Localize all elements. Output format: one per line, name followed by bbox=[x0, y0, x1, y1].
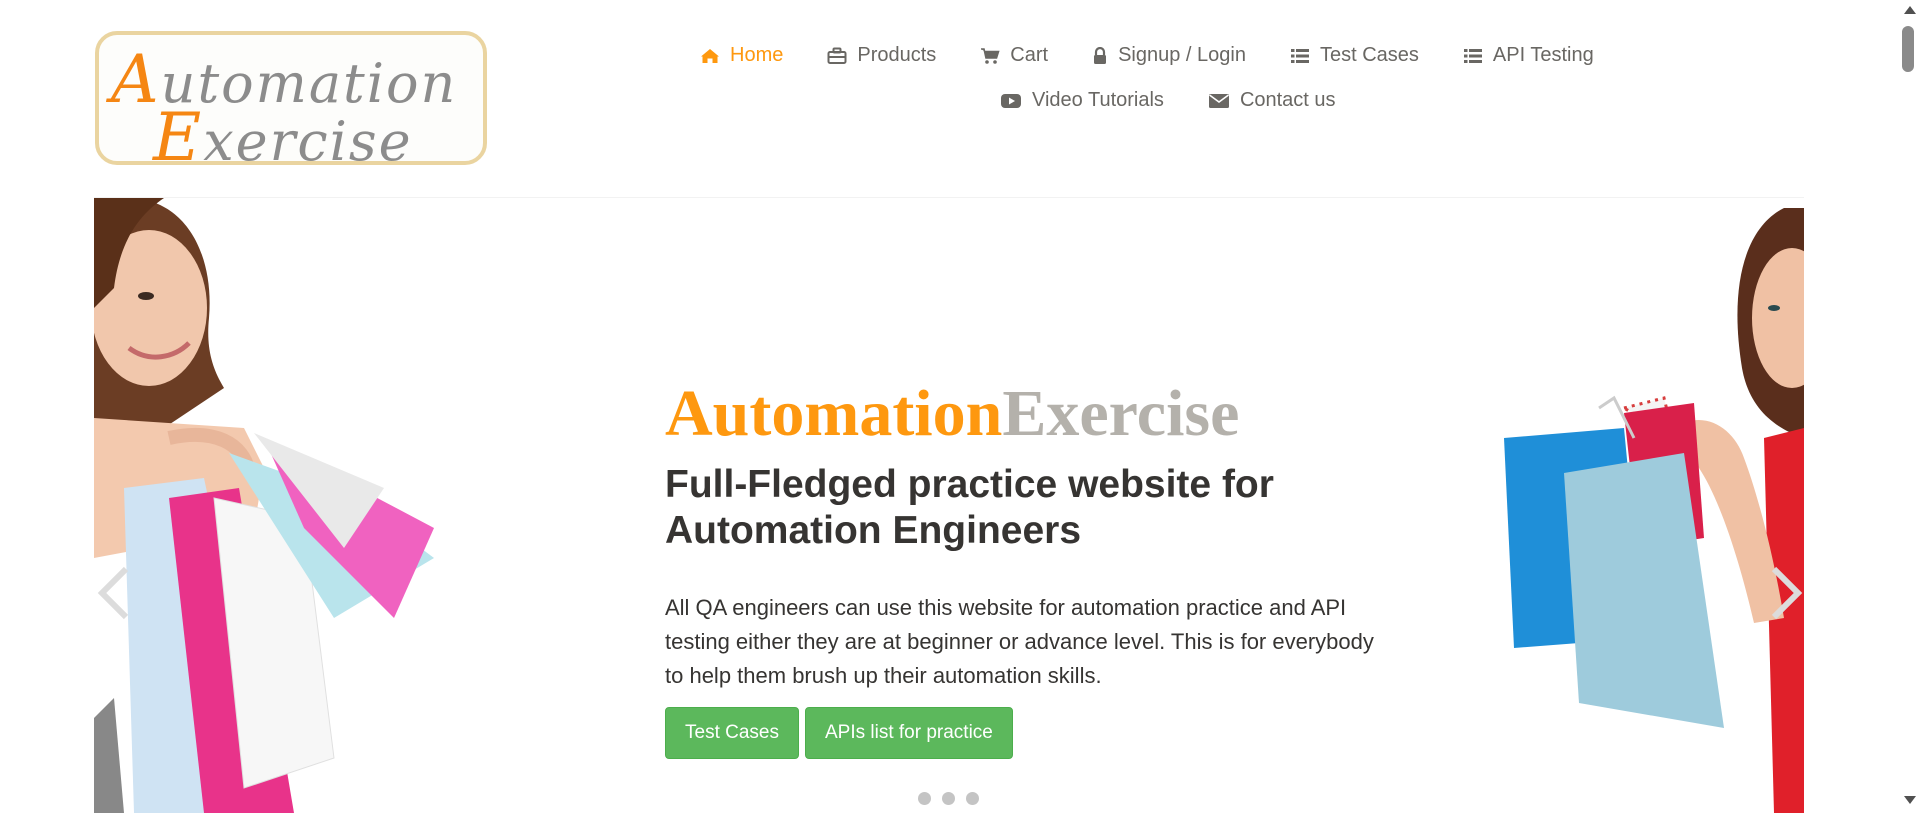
home-icon bbox=[701, 48, 719, 63]
nav-label-products: Products bbox=[857, 44, 937, 66]
scroll-up-arrow-icon[interactable] bbox=[1904, 6, 1916, 14]
hero-title-automation: Automation bbox=[665, 377, 1003, 450]
nav-item-cart[interactable]: Cart bbox=[980, 44, 1048, 67]
page: Automation Exercise Home Products Cart S… bbox=[0, 0, 1900, 813]
list-icon bbox=[1463, 48, 1482, 63]
nav-label-signup-login: Signup / Login bbox=[1118, 44, 1246, 66]
nav-label-home: Home bbox=[730, 44, 784, 66]
list-icon bbox=[1290, 48, 1309, 63]
scroll-down-arrow-icon[interactable] bbox=[1904, 796, 1916, 804]
briefcase-icon bbox=[827, 47, 847, 64]
chevron-left-icon[interactable] bbox=[94, 563, 134, 623]
nav-item-contact-us[interactable]: Contact us bbox=[1208, 89, 1336, 112]
nav-item-video-tutorials[interactable]: Video Tutorials bbox=[1000, 89, 1164, 112]
hero-title-exercise: Exercise bbox=[1002, 377, 1240, 450]
logo-line-2: Exercise bbox=[153, 99, 413, 176]
nav-item-api-testing[interactable]: API Testing bbox=[1463, 44, 1594, 67]
nav-item-products[interactable]: Products bbox=[827, 44, 936, 67]
nav-label-test-cases: Test Cases bbox=[1319, 44, 1419, 66]
nav-row-1: Home Products Cart Signup / Login Test C… bbox=[700, 44, 1638, 67]
nav-label-api-testing: API Testing bbox=[1492, 44, 1594, 66]
woman-with-shopping-bags-image bbox=[1504, 208, 1804, 813]
hero-title: AutomationExercise bbox=[665, 376, 1395, 452]
nav-row-2: Video Tutorials Contact us bbox=[1000, 89, 1380, 112]
nav-item-signup-login[interactable]: Signup / Login bbox=[1092, 44, 1246, 67]
youtube-play-icon bbox=[1001, 93, 1021, 108]
girl-with-shopping-bags-image bbox=[94, 198, 434, 813]
envelope-icon bbox=[1208, 93, 1229, 108]
chevron-right-icon[interactable] bbox=[1766, 563, 1804, 623]
apis-list-button[interactable]: APIs list for practice bbox=[804, 707, 1013, 759]
lock-icon bbox=[1094, 46, 1107, 64]
carousel-indicator-1[interactable] bbox=[918, 792, 931, 805]
cart-icon bbox=[981, 47, 1000, 64]
scrollbar-thumb[interactable] bbox=[1902, 26, 1914, 72]
nav-label-contact-us: Contact us bbox=[1239, 89, 1336, 111]
hero-description: All QA engineers can use this website fo… bbox=[665, 595, 1374, 688]
site-logo[interactable]: Automation Exercise bbox=[95, 31, 487, 176]
hero-buttons: Test Cases APIs list for practice bbox=[665, 707, 1395, 759]
nav-label-video-tutorials: Video Tutorials bbox=[1032, 89, 1164, 111]
nav-item-test-cases[interactable]: Test Cases bbox=[1290, 44, 1419, 67]
hero-slider: AutomationExercise Full-Fledged practice… bbox=[94, 197, 1804, 813]
carousel-indicator-3[interactable] bbox=[966, 792, 979, 805]
hero-content: AutomationExercise Full-Fledged practice… bbox=[665, 376, 1395, 759]
page-scrollbar[interactable] bbox=[1900, 0, 1920, 812]
carousel-indicator-2[interactable] bbox=[942, 792, 955, 805]
nav-label-cart: Cart bbox=[1010, 44, 1049, 66]
nav-item-home[interactable]: Home bbox=[700, 44, 783, 67]
carousel-indicators bbox=[918, 792, 990, 805]
hero-subtitle: Full-Fledged practice website for Automa… bbox=[665, 463, 1274, 552]
test-cases-button[interactable]: Test Cases bbox=[665, 707, 799, 759]
